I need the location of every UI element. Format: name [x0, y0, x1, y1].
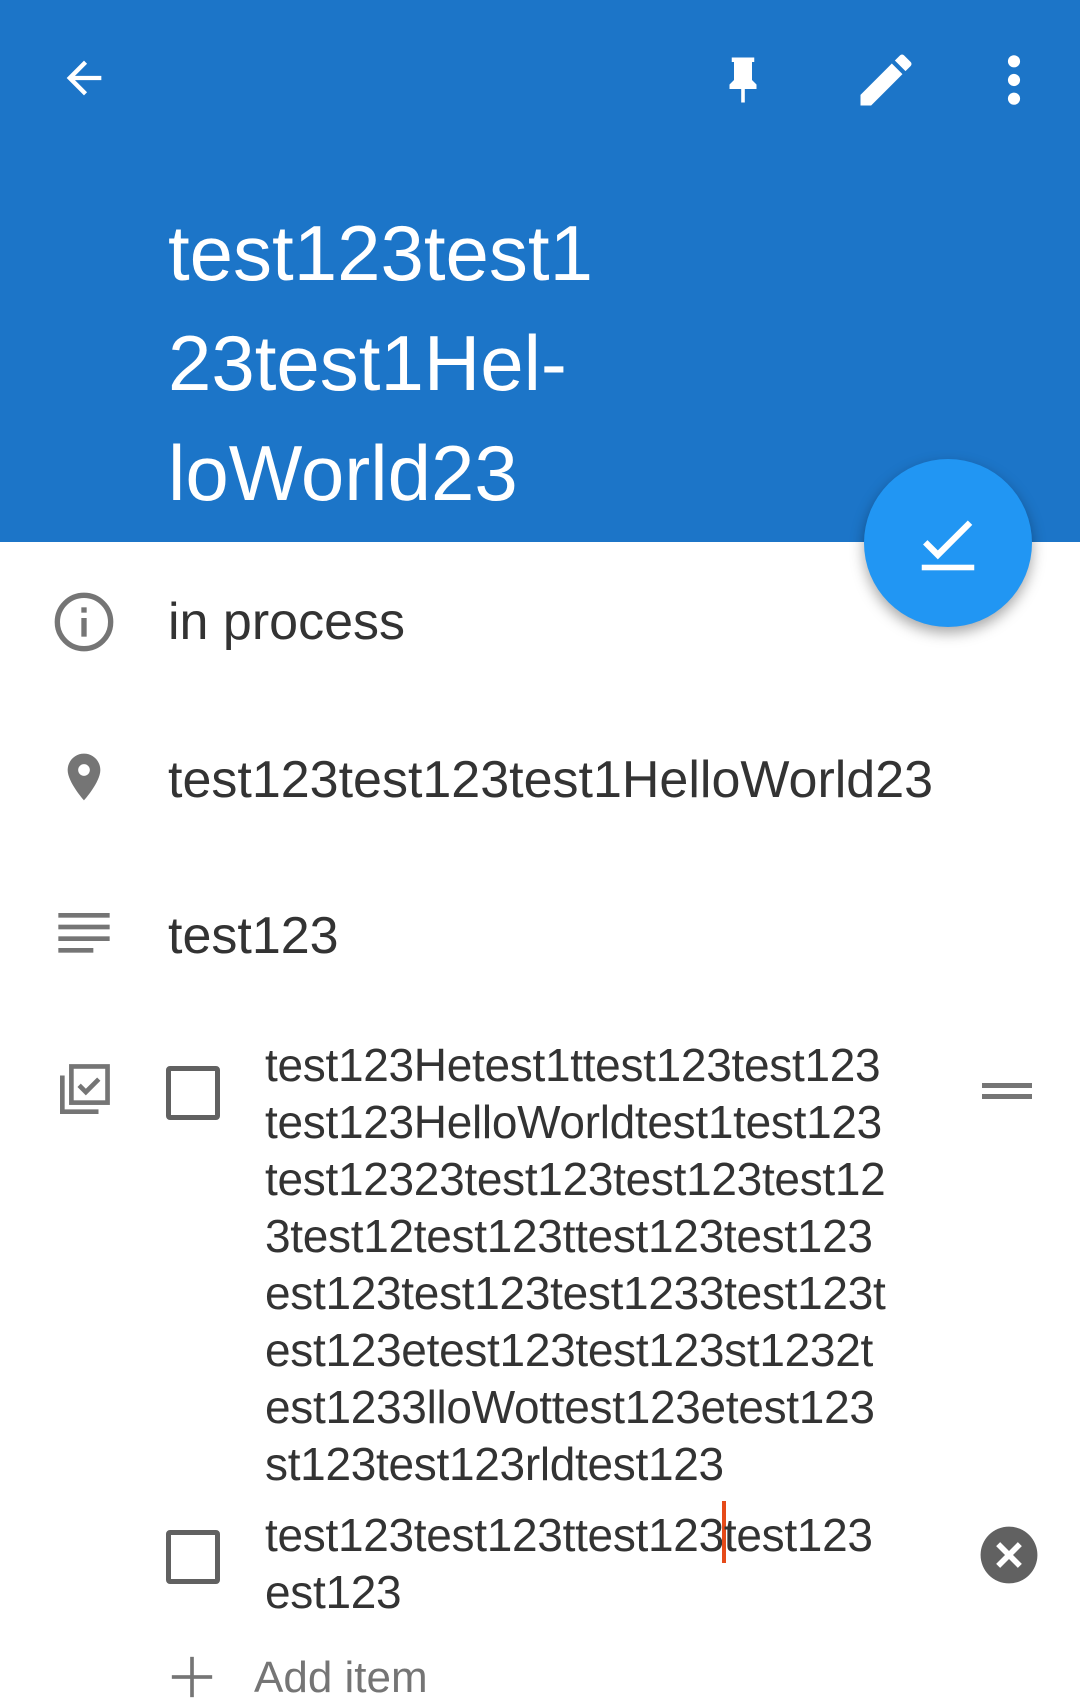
info-icon	[54, 592, 114, 652]
complete-fab-button[interactable]	[864, 459, 1032, 627]
location-text[interactable]: test123test123test1HelloWorld23	[168, 750, 933, 810]
checklist-item-text[interactable]: test123Hetest1ttest123test123 test123Hel…	[265, 1037, 965, 1493]
pencil-icon[interactable]	[852, 46, 920, 114]
more-vert-icon[interactable]	[1000, 52, 1028, 108]
plus-icon[interactable]	[170, 1655, 214, 1699]
check-icon	[921, 520, 975, 571]
checklist-icon	[60, 1064, 110, 1114]
description-text[interactable]: test123	[168, 906, 339, 966]
app-header: test123test1 23test1Hel- loWorld23	[0, 0, 1080, 542]
item-text-before-cursor: test123test123ttest123	[265, 1509, 724, 1561]
clear-item-icon[interactable]	[978, 1524, 1040, 1586]
status-text: in process	[168, 593, 405, 651]
add-item-button[interactable]: Add item	[254, 1650, 428, 1706]
note-title: test123test1 23test1Hel- loWorld23	[168, 209, 593, 517]
arrow-left-icon[interactable]	[58, 52, 110, 104]
drag-handle-icon[interactable]	[982, 1080, 1032, 1102]
checklist-item-checkbox[interactable]	[166, 1530, 220, 1584]
notes-lines-icon	[58, 913, 110, 953]
checklist-item-checkbox[interactable]	[166, 1066, 220, 1120]
checklist-item-editing[interactable]: test123test123ttest123test123 est123	[265, 1501, 965, 1621]
location-pin-icon	[67, 753, 101, 801]
pin-icon[interactable]	[716, 48, 770, 112]
